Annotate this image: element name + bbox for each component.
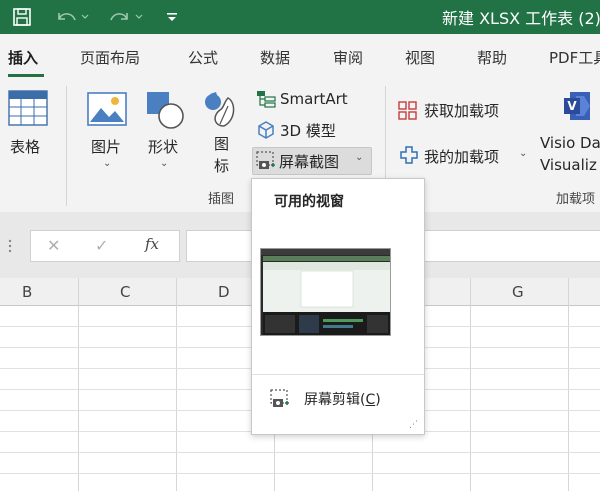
tab-insert[interactable]: 插入 — [8, 47, 38, 68]
screen-clipping-item[interactable]: 屏幕剪辑(C) — [252, 383, 424, 413]
save-icon — [13, 8, 31, 26]
screen-clipping-icon — [270, 389, 289, 407]
grip-dots-icon — [8, 239, 12, 253]
save-button[interactable] — [6, 0, 38, 34]
shapes-label: 形状 — [148, 138, 179, 156]
customize-qat-icon — [167, 13, 177, 21]
ribbon-tabs: 插入 页面布局 公式 数据 审阅 视图 帮助 PDF工具集 — [0, 34, 600, 78]
column-header-d[interactable]: D — [218, 283, 230, 301]
picture-icon — [87, 92, 127, 126]
formula-buttons: ✕ ✓ fx — [30, 230, 180, 262]
icons-icon — [205, 92, 235, 127]
column-header-c[interactable]: C — [120, 283, 130, 301]
chevron-down-icon: ⌄ — [160, 158, 169, 169]
3d-model-label: 3D 模型 — [280, 122, 336, 140]
redo-button[interactable] — [104, 0, 148, 34]
tab-pdf-tools[interactable]: PDF工具集 — [549, 47, 600, 68]
visio-label-line2: Visualiz — [540, 156, 597, 174]
redo-icon — [110, 13, 143, 21]
screenshot-dropdown: 可用的视窗 屏幕剪辑(C) ⋰ — [251, 178, 425, 435]
available-windows-header: 可用的视窗 — [274, 194, 344, 210]
screenshot-button[interactable]: 屏幕截图 ⌄ — [252, 147, 372, 175]
tab-help[interactable]: 帮助 — [477, 47, 507, 68]
resize-grip-icon[interactable]: ⋰ — [409, 420, 418, 430]
visio-label-line1: Visio Da — [540, 134, 600, 152]
svg-text:V: V — [567, 99, 577, 113]
cancel-icon[interactable]: ✕ — [47, 236, 60, 255]
table-label: 表格 — [10, 138, 41, 156]
column-header-b[interactable]: B — [22, 283, 32, 301]
column-header-g[interactable]: G — [512, 283, 524, 301]
smartart-icon — [257, 91, 276, 108]
dropdown-separator — [252, 374, 424, 375]
title-bar: 新建 XLSX 工作表 (2) — [0, 0, 600, 34]
icons-label-line1: 图 — [214, 135, 230, 153]
chevron-down-icon: ⌄ — [519, 148, 528, 159]
customize-qat-button[interactable] — [160, 0, 184, 34]
undo-icon — [58, 13, 89, 21]
tab-page-layout[interactable]: 页面布局 — [80, 47, 140, 68]
window-thumbnail[interactable] — [260, 248, 391, 336]
insert-function-icon[interactable]: fx — [145, 235, 159, 253]
tab-formulas[interactable]: 公式 — [188, 47, 218, 68]
screenshot-icon — [256, 151, 275, 169]
pictures-label: 图片 — [91, 138, 122, 156]
addin-icon — [400, 146, 418, 164]
addins-group-label: 加载项 — [556, 192, 596, 207]
smartart-label: SmartArt — [280, 90, 348, 108]
table-icon — [8, 90, 48, 126]
shapes-icon — [147, 92, 184, 129]
3d-model-icon — [258, 121, 274, 139]
undo-button[interactable] — [52, 0, 92, 34]
tab-review[interactable]: 审阅 — [333, 47, 363, 68]
window-title: 新建 XLSX 工作表 (2) — [442, 9, 600, 28]
get-addins-label: 获取加载项 — [424, 102, 500, 120]
my-addins-label: 我的加载项 — [424, 148, 500, 166]
row-divider — [0, 473, 600, 474]
enter-icon[interactable]: ✓ — [95, 236, 108, 255]
screen-clipping-label: 屏幕剪辑(C) — [304, 392, 381, 408]
tab-view[interactable]: 视图 — [405, 47, 435, 68]
screenshot-label: 屏幕截图 — [279, 153, 340, 171]
chevron-down-icon: ⌄ — [103, 158, 112, 169]
row-divider — [0, 452, 600, 453]
illustrations-group-label: 插图 — [208, 192, 235, 207]
visio-icon: V — [564, 92, 590, 120]
icons-label-line2: 标 — [214, 157, 230, 175]
active-tab-indicator — [8, 74, 44, 77]
window-preview-image — [261, 249, 390, 335]
tab-data[interactable]: 数据 — [260, 47, 290, 68]
access-key-letter: C — [365, 392, 376, 408]
group-divider — [66, 86, 67, 206]
store-icon — [398, 101, 417, 120]
chevron-down-icon: ⌄ — [355, 152, 364, 163]
